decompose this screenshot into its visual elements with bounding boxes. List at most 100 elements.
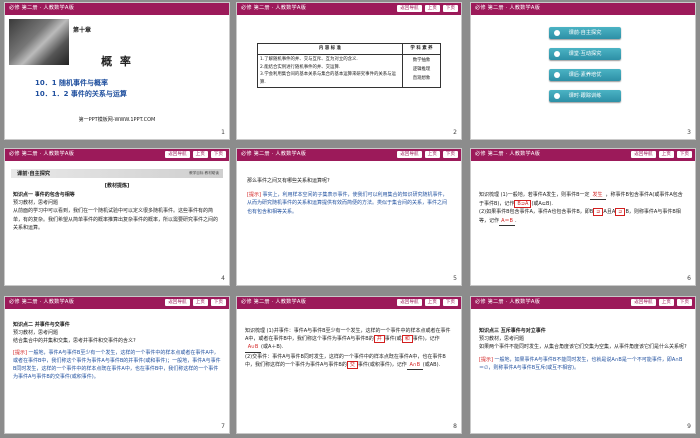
text-run: (或A⊆B). (531, 201, 553, 208)
next-page-button[interactable]: 下页 (676, 299, 692, 306)
standards-cell: 1.了解随机事件的并、交与互斥、互为对立的含义. 2.能结合实例进行随机事件的并… (257, 53, 403, 89)
prev-page-button[interactable]: 上页 (192, 299, 208, 306)
slide-body: 知识梳理 (1)并事件：事件A与事件B至少有一个发生，这样的一个事件中的样本点或… (245, 327, 453, 371)
answer-box: 交 (346, 360, 358, 369)
slide-header: 必修 第二册 · 人教数学A版 返回导航 上页 下页 (471, 149, 695, 161)
slide-thumbnail-6[interactable]: 必修 第二册 · 人教数学A版 返回导航 上页 下页 知识梳理 (1)一般地，若… (470, 148, 696, 286)
bullet-icon (554, 30, 560, 36)
page-number: 9 (687, 423, 691, 430)
prev-page-button[interactable]: 上页 (192, 151, 208, 158)
list-item: 2.能结合实例进行随机事件的并、交运算. (260, 64, 341, 70)
bullet-icon (554, 72, 560, 78)
slide-thumbnail-4[interactable]: 必修 第二册 · 人教数学A版 返回导航 上页 下页 课前·自主探究 教学目标 … (4, 148, 230, 286)
table-header-standards: 内 容 标 准 (257, 43, 403, 55)
next-page-button[interactable]: 下页 (442, 151, 458, 158)
text-run: A且A (603, 209, 616, 216)
slide-thumbnail-3[interactable]: 必修 第二册 · 人教数学A版 课前·自主探究 课堂·互动探究 课后·素养培优 … (470, 2, 696, 140)
slide-thumbnail-2[interactable]: 必修 第二册 · 人教数学A版 返回导航 上页 下页 内 容 标 准 学 科 素… (236, 2, 462, 140)
next-page-button[interactable]: 下页 (442, 299, 458, 306)
section-titles: 10．1 随机事件与概率 10．1．2 事件的关系与运算 (35, 78, 127, 100)
slide-body: 知识梳理 (1)一般地，若事件A发生，则事件B一定 发生 ，称事件B包含事件A(或事… (479, 191, 687, 226)
course-label: 必修 第二册 · 人教数学A版 (9, 5, 75, 11)
menu-item-label: 课前·自主探究 (568, 30, 602, 36)
prev-page-button[interactable]: 上页 (658, 299, 674, 306)
course-label: 必修 第二册 · 人教数学A版 (475, 151, 541, 157)
slide-thumbnail-1[interactable]: 必修 第二册 · 人教数学A版 第十章 概 率 10．1 随机事件与概率 10．… (4, 2, 230, 140)
page-number: 5 (453, 275, 457, 282)
paragraph: 知识梳理 (1)并事件：事件A与事件B至少有一个发生，这样的一个事件中的样本点或… (245, 327, 453, 353)
course-label: 必修 第二册 · 人教数学A版 (9, 299, 75, 305)
answer-paragraph: [提示] 一般地，如果事件A与事件B不能同时发生，也就是说A∩B是一个不可能事件… (479, 356, 687, 372)
hint-tag: [提示] (247, 192, 261, 199)
menu-item-pre-class[interactable]: 课前·自主探究 (549, 27, 621, 39)
knowledge-point-title: 知识点一 事件的包含与相等 (13, 192, 75, 198)
slide-header: 必修 第二册 · 人教数学A版 (5, 3, 229, 15)
text-run: (或A＋B). (261, 344, 284, 351)
next-page-button[interactable]: 下页 (676, 151, 692, 158)
text-run: (2)如果事件B包含事件A，事件A也包含事件B，即B (479, 209, 594, 216)
menu-item-label: 课后·素养培优 (568, 72, 602, 78)
text-run: 事件)，记作 (412, 336, 440, 343)
paragraph: (2)交事件：事件A与事件B同时发生，这样的一个事件中的样本点既在事件A中，也在… (245, 353, 453, 371)
answer-box: ⊇ (615, 208, 626, 217)
section-subnav: 教学目标 教材助读 (189, 171, 219, 175)
slide-thumbnail-5[interactable]: 必修 第二册 · 人教数学A版 返回导航 上页 下页 那么事件之间又有哪些关系和… (236, 148, 462, 286)
prev-page-button[interactable]: 上页 (424, 5, 440, 12)
menu-item-in-class[interactable]: 课堂·互动探究 (549, 48, 621, 60)
slide-header: 必修 第二册 · 人教数学A版 返回导航 上页 下页 (5, 297, 229, 309)
chapter-label: 第十章 (73, 27, 92, 34)
back-nav-button[interactable]: 返回导航 (397, 299, 422, 306)
answer-blank: A∩B (406, 361, 423, 371)
prev-page-button[interactable]: 上页 (424, 299, 440, 306)
back-nav-button[interactable]: 返回导航 (631, 151, 656, 158)
back-nav-button[interactable]: 返回导航 (165, 299, 190, 306)
slide-thumbnail-7[interactable]: 必修 第二册 · 人教数学A版 返回导航 上页 下页 知识点二 并事件与交事件 … (4, 296, 230, 434)
prev-page-button[interactable]: 上页 (658, 151, 674, 158)
slide-header: 必修 第二册 · 人教数学A版 返回导航 上页 下页 (5, 149, 229, 161)
template-footer: 第一PPT模板网-WWW.1PPT.COM (78, 117, 156, 123)
chapter-title: 概 率 (101, 55, 133, 68)
course-label: 必修 第二册 · 人教数学A版 (241, 5, 307, 11)
answer-blank: A∪B (245, 343, 261, 353)
answer-text: 一般地，事件A与事件B至少有一个发生，这样的一个事件中的样本点或者在事件A中，或… (13, 349, 221, 381)
answer-text: 事实上，利用样本空间的子集表示事件，使我们可以利用集合的知识研究随机事件，从而为… (247, 192, 448, 215)
menu-item-homework[interactable]: 课时·跟踪训练 (549, 90, 621, 102)
slide-header: 必修 第二册 · 人教数学A版 返回导航 上页 下页 (237, 149, 461, 161)
list-item: 1.了解随机事件的并、交与互斥、互为对立的含义. (260, 57, 358, 62)
page-number: 1 (221, 129, 225, 136)
answer-paragraph: [提示] 事实上，利用样本空间的子集表示事件，使我们可以利用集合的知识研究随机事… (247, 191, 451, 216)
next-page-button[interactable]: 下页 (442, 5, 458, 12)
page-number: 6 (687, 275, 691, 282)
answer-box: ⊇ (593, 208, 604, 217)
answer-paragraph: [提示] 一般地，事件A与事件B至少有一个发生，这样的一个事件中的样本点或者在事… (13, 349, 221, 382)
prev-page-button[interactable]: 上页 (424, 151, 440, 158)
answer-box: 和 (401, 335, 413, 344)
course-label: 必修 第二册 · 人教数学A版 (241, 299, 307, 305)
back-nav-button[interactable]: 返回导航 (397, 5, 422, 12)
text-run: . (515, 217, 517, 224)
slide-header: 必修 第二册 · 人教数学A版 返回导航 上页 下页 (237, 297, 461, 309)
paragraph: (2)如果事件B包含事件A，事件A也包含事件B，即B ⊇ A且A ⊇ B，则称事件A与事… (479, 208, 687, 226)
paragraph: 从前面的学习中可以看到，我们在一个随机试验中可以定义很多随机事件。这些事件有的简… (13, 208, 219, 231)
page-number: 4 (221, 275, 225, 282)
section-title: 课前·自主探究 (17, 171, 51, 177)
slide-thumbnail-9[interactable]: 必修 第二册 · 人教数学A版 返回导航 上页 下页 知识点三 互斥事件与对立事… (470, 296, 696, 434)
back-nav-button[interactable]: 返回导航 (397, 151, 422, 158)
read-instruction: 预习教材，思考问题 (13, 330, 59, 337)
next-page-button[interactable]: 下页 (210, 299, 226, 306)
summary-label: 知识梳理 (245, 328, 266, 334)
table-header-literacy: 学 科 素 养 (402, 43, 441, 55)
section-line-2: 10．1．2 事件的关系与运算 (35, 90, 127, 98)
slide-thumbnail-8[interactable]: 必修 第二册 · 人教数学A版 返回导航 上页 下页 知识梳理 (1)并事件：事… (236, 296, 462, 434)
answer-box: B⊇A (514, 200, 532, 209)
question-text: 如果两个事件不能同时发生，从集合角度该它们交集为空集，从事件角度该它们是什么关系… (479, 344, 687, 351)
page-number: 7 (221, 423, 225, 430)
slide-body: 知识点一 事件的包含与相等 预习教材，思考问题 从前面的学习中可以看到，我们在一… (13, 191, 221, 232)
menu-item-post-class[interactable]: 课后·素养培优 (549, 69, 621, 81)
back-nav-button[interactable]: 返回导航 (165, 151, 190, 158)
answer-text: 一般地，如果事件A与事件B不能同时发生，也就是说A∩B是一个不可能事件，即A∩B… (479, 356, 683, 371)
slide-header: 必修 第二册 · 人教数学A版 返回导航 上页 下页 (237, 3, 461, 15)
back-nav-button[interactable]: 返回导航 (631, 299, 656, 306)
next-page-button[interactable]: 下页 (210, 151, 226, 158)
paragraph: 知识梳理 (1)一般地，若事件A发生，则事件B一定 发生 ，称事件B包含事件A(或事… (479, 191, 687, 209)
